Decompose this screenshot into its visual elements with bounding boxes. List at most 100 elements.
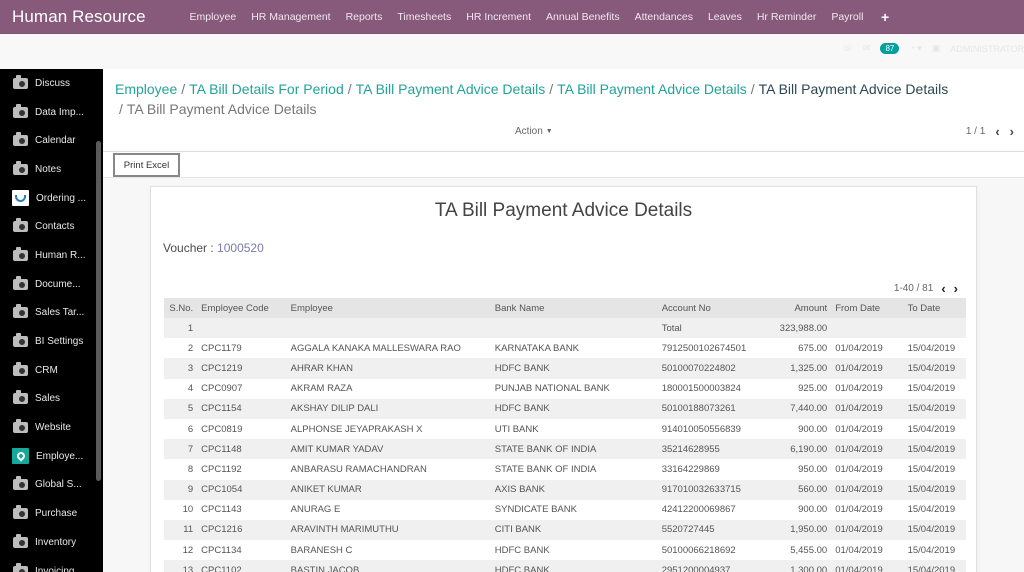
list-pager-value[interactable]: 1-40 / 81 [894, 283, 933, 294]
activity-icon[interactable]: ◔ ▾ [909, 43, 921, 54]
sidebar-item[interactable]: Discuss [0, 69, 103, 98]
table-row[interactable]: 9 CPC1054 ANIKET KUMAR AXIS BANK 91701003263… [164, 479, 966, 500]
sidebar-item[interactable]: Invoicing [0, 557, 103, 572]
cell-amount: 1,325.00 [750, 358, 832, 379]
sidebar-item[interactable]: Global S... [0, 471, 103, 500]
menu-leaves[interactable]: Leaves [700, 11, 749, 23]
print-excel-button[interactable]: Print Excel [113, 153, 180, 177]
cell-amount: 6,190.00 [750, 439, 832, 460]
breadcrumb-employee[interactable]: Employee [115, 81, 177, 97]
cell-employee-code: CPC1148 [197, 439, 287, 460]
table-row[interactable]: 4 CPC0907 AKRAM RAZA PUNJAB NATIONAL BANK 18… [164, 378, 966, 399]
table-row[interactable]: 13 CPC1102 BASTIN JACOB HDFC BANK 2951200004… [164, 560, 966, 572]
user-menu[interactable]: ADMINISTRATOR [950, 44, 1024, 54]
breadcrumb-ta-bill-payment-advice-3[interactable]: TA Bill Payment Advice Details [759, 81, 949, 97]
breadcrumb-ta-bill-payment-advice-2[interactable]: TA Bill Payment Advice Details [557, 81, 747, 97]
chevron-right-icon[interactable]: › [954, 281, 958, 296]
menu-annual-benefits[interactable]: Annual Benefits [539, 11, 628, 23]
messages-count-badge[interactable]: 87 [880, 43, 900, 54]
col-bank-name[interactable]: Bank Name [490, 298, 658, 318]
sidebar-item[interactable]: Sales [0, 385, 103, 414]
sidebar-item[interactable]: Docume... [0, 270, 103, 299]
sidebar-scrollbar[interactable] [96, 141, 101, 481]
sidebar-item[interactable]: Calendar [0, 126, 103, 155]
sidebar-item-label: Invoicing [35, 565, 75, 572]
sidebar-item[interactable]: BI Settings [0, 327, 103, 356]
table-row[interactable]: 5 CPC1154 AKSHAY DILIP DALI HDFC BANK 501001… [164, 398, 966, 419]
sidebar-item[interactable]: Contacts [0, 212, 103, 241]
table-row[interactable]: 6 CPC0819 ALPHONSE JEYAPRAKASH X UTI BANK 91… [164, 418, 966, 440]
sidebar-item[interactable]: Ordering ... [0, 184, 103, 213]
chat-icon[interactable]: ✉ [863, 43, 871, 54]
chevron-left-icon[interactable]: ‹ [941, 281, 945, 296]
menu-attendances[interactable]: Attendances [627, 11, 700, 23]
col-employee-code[interactable]: Employee Code [197, 298, 287, 318]
payment-advice-table: S.No. Employee Code Employee Bank Name A… [164, 298, 966, 572]
cell-employee: ANBARASU RAMACHANDRAN [286, 459, 491, 480]
col-from-date[interactable]: From Date [831, 298, 900, 318]
phone-icon[interactable]: ☏ [842, 43, 853, 54]
sidebar-item[interactable]: Employe... [0, 442, 103, 471]
app-title[interactable]: Human Resource [0, 7, 182, 27]
menu-reports[interactable]: Reports [338, 11, 390, 23]
plus-icon[interactable]: + [871, 9, 889, 25]
cell-to-date [899, 318, 966, 339]
table-row[interactable]: 3 CPC1219 AHRAR KHAN HDFC BANK 5010007022480… [164, 358, 966, 379]
camera-icon [12, 562, 28, 572]
cell-sno: 6 [164, 418, 198, 440]
cell-sno: 4 [164, 378, 198, 399]
cell-account-no: 917010032633715 [657, 479, 751, 500]
cell-employee: AKSHAY DILIP DALI [286, 398, 491, 419]
cell-from-date: 01/04/2019 [831, 358, 900, 379]
cell-to-date: 15/04/2019 [899, 479, 966, 500]
sidebar-item-label: Sales Tar... [35, 307, 85, 319]
table-row[interactable]: 2 CPC1179 AGGALA KANAKA MALLESWARA RAO KARN… [164, 338, 966, 359]
menu-payroll[interactable]: Payroll [824, 11, 871, 23]
voucher-value[interactable]: 1000520 [217, 241, 264, 255]
col-sno[interactable]: S.No. [164, 298, 198, 318]
table-row[interactable]: 12 CPC1134 BARANESH C HDFC BANK 501000662186… [164, 540, 966, 561]
camera-icon [12, 390, 28, 406]
camera-icon [12, 533, 28, 549]
sidebar-item-label: CRM [35, 364, 58, 376]
cell-from-date: 01/04/2019 [831, 499, 900, 520]
menu-hr-increment[interactable]: HR Increment [459, 11, 539, 23]
breadcrumb-ta-bill-details-for-period[interactable]: TA Bill Details For Period [189, 81, 344, 97]
cell-employee-code: CPC1154 [197, 398, 287, 419]
sidebar-item[interactable]: Purchase [0, 499, 103, 528]
sidebar-item[interactable]: Notes [0, 155, 103, 184]
chevron-left-icon[interactable]: ‹ [995, 124, 999, 139]
table-row[interactable]: 7 CPC1148 AMIT KUMAR YADAV STATE BANK OF IN… [164, 439, 966, 460]
pager-value[interactable]: 1 / 1 [966, 126, 985, 137]
sidebar-item[interactable]: Human R... [0, 241, 103, 270]
cell-from-date [831, 318, 900, 339]
sidebar-item[interactable]: Data Imp... [0, 98, 103, 127]
menu-hr-reminder[interactable]: Hr Reminder [749, 11, 824, 23]
camera-icon [12, 304, 28, 320]
col-employee[interactable]: Employee [286, 298, 491, 318]
menu-hr-management[interactable]: HR Management [244, 11, 338, 23]
action-dropdown[interactable]: Action ▼ [515, 126, 553, 137]
cell-employee-code [197, 318, 287, 339]
camera-icon [12, 160, 28, 176]
cell-account-no: 35214628955 [657, 439, 751, 460]
user-avatar-icon[interactable]: ▣ [932, 43, 941, 54]
menu-employee[interactable]: Employee [182, 11, 244, 23]
col-to-date[interactable]: To Date [899, 298, 966, 318]
table-row[interactable]: 10 CPC1143 ANURAG E SYNDICATE BANK 424122000… [164, 499, 966, 520]
sidebar-item[interactable]: Inventory [0, 528, 103, 557]
col-amount[interactable]: Amount [750, 298, 832, 318]
col-account-no[interactable]: Account No [657, 298, 751, 318]
sidebar-item[interactable]: Website [0, 413, 103, 442]
sidebar-item[interactable]: CRM [0, 356, 103, 385]
chevron-right-icon[interactable]: › [1010, 124, 1014, 139]
breadcrumb-ta-bill-payment-advice-1[interactable]: TA Bill Payment Advice Details [356, 81, 546, 97]
cell-to-date: 15/04/2019 [899, 540, 966, 561]
table-row[interactable]: 8 CPC1192 ANBARASU RAMACHANDRAN STATE BANK … [164, 459, 966, 480]
table-row[interactable]: 1 Total 323,988.00 [164, 318, 966, 339]
sidebar-item[interactable]: Sales Tar... [0, 299, 103, 328]
cell-bank-name: SYNDICATE BANK [490, 499, 658, 520]
menu-timesheets[interactable]: Timesheets [390, 11, 459, 23]
cell-account-no: 180001500003824 [657, 378, 751, 399]
table-row[interactable]: 11 CPC1216 ARAVINTH MARIMUTHU CITI BANK 5520… [164, 519, 966, 541]
